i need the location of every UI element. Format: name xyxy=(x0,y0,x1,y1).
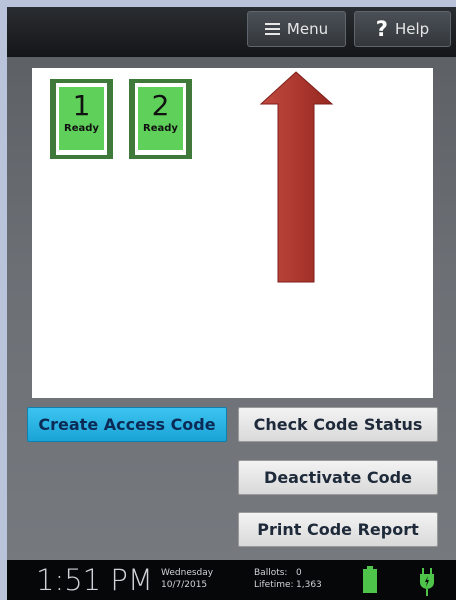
help-button-label: Help xyxy=(394,20,430,38)
app-window: Menu ? Help 1 Ready 2 Ready Create Acces… xyxy=(7,7,456,600)
ballots-value: 0 xyxy=(296,568,302,578)
device-status: Ready xyxy=(64,123,99,134)
device-number: 2 xyxy=(151,89,170,122)
device-status-card: 1 Ready xyxy=(59,87,104,150)
weekday: Wednesday xyxy=(161,568,214,578)
deactivate-code-button[interactable]: Deactivate Code xyxy=(238,460,438,495)
top-bar: Menu ? Help xyxy=(7,7,456,57)
device-tile-2[interactable]: 2 Ready xyxy=(129,79,192,159)
device-tile-1[interactable]: 1 Ready xyxy=(50,79,113,159)
lifetime-count: Lifetime: 1,363 xyxy=(254,580,322,591)
power-plug-icon xyxy=(420,568,434,596)
device-panel: 1 Ready 2 Ready xyxy=(32,68,433,398)
menu-button-label: Menu xyxy=(286,20,329,38)
device-number: 1 xyxy=(72,89,91,122)
device-status-card: 2 Ready xyxy=(138,87,183,150)
help-button[interactable]: ? Help xyxy=(354,11,451,47)
ballots-count: Ballots: 0 xyxy=(254,568,302,579)
status-bar: 1:51 PM Wednesday 10/7/2015 Ballots: 0 Li… xyxy=(7,560,456,600)
clock-time: 1:51 PM xyxy=(36,563,153,597)
ballots-label: Ballots: xyxy=(254,568,288,578)
lifetime-value: 1,363 xyxy=(296,580,322,590)
date: 10/7/2015 xyxy=(161,580,208,590)
menu-button[interactable]: Menu xyxy=(247,11,346,47)
help-question-icon: ? xyxy=(375,17,388,41)
device-status: Ready xyxy=(143,123,178,134)
lifetime-label: Lifetime: xyxy=(254,580,294,590)
print-code-report-button[interactable]: Print Code Report xyxy=(238,512,438,547)
create-access-code-button[interactable]: Create Access Code xyxy=(27,407,227,442)
check-code-status-button[interactable]: Check Code Status xyxy=(238,407,438,442)
battery-icon xyxy=(363,566,377,593)
hamburger-menu-icon xyxy=(264,20,280,38)
